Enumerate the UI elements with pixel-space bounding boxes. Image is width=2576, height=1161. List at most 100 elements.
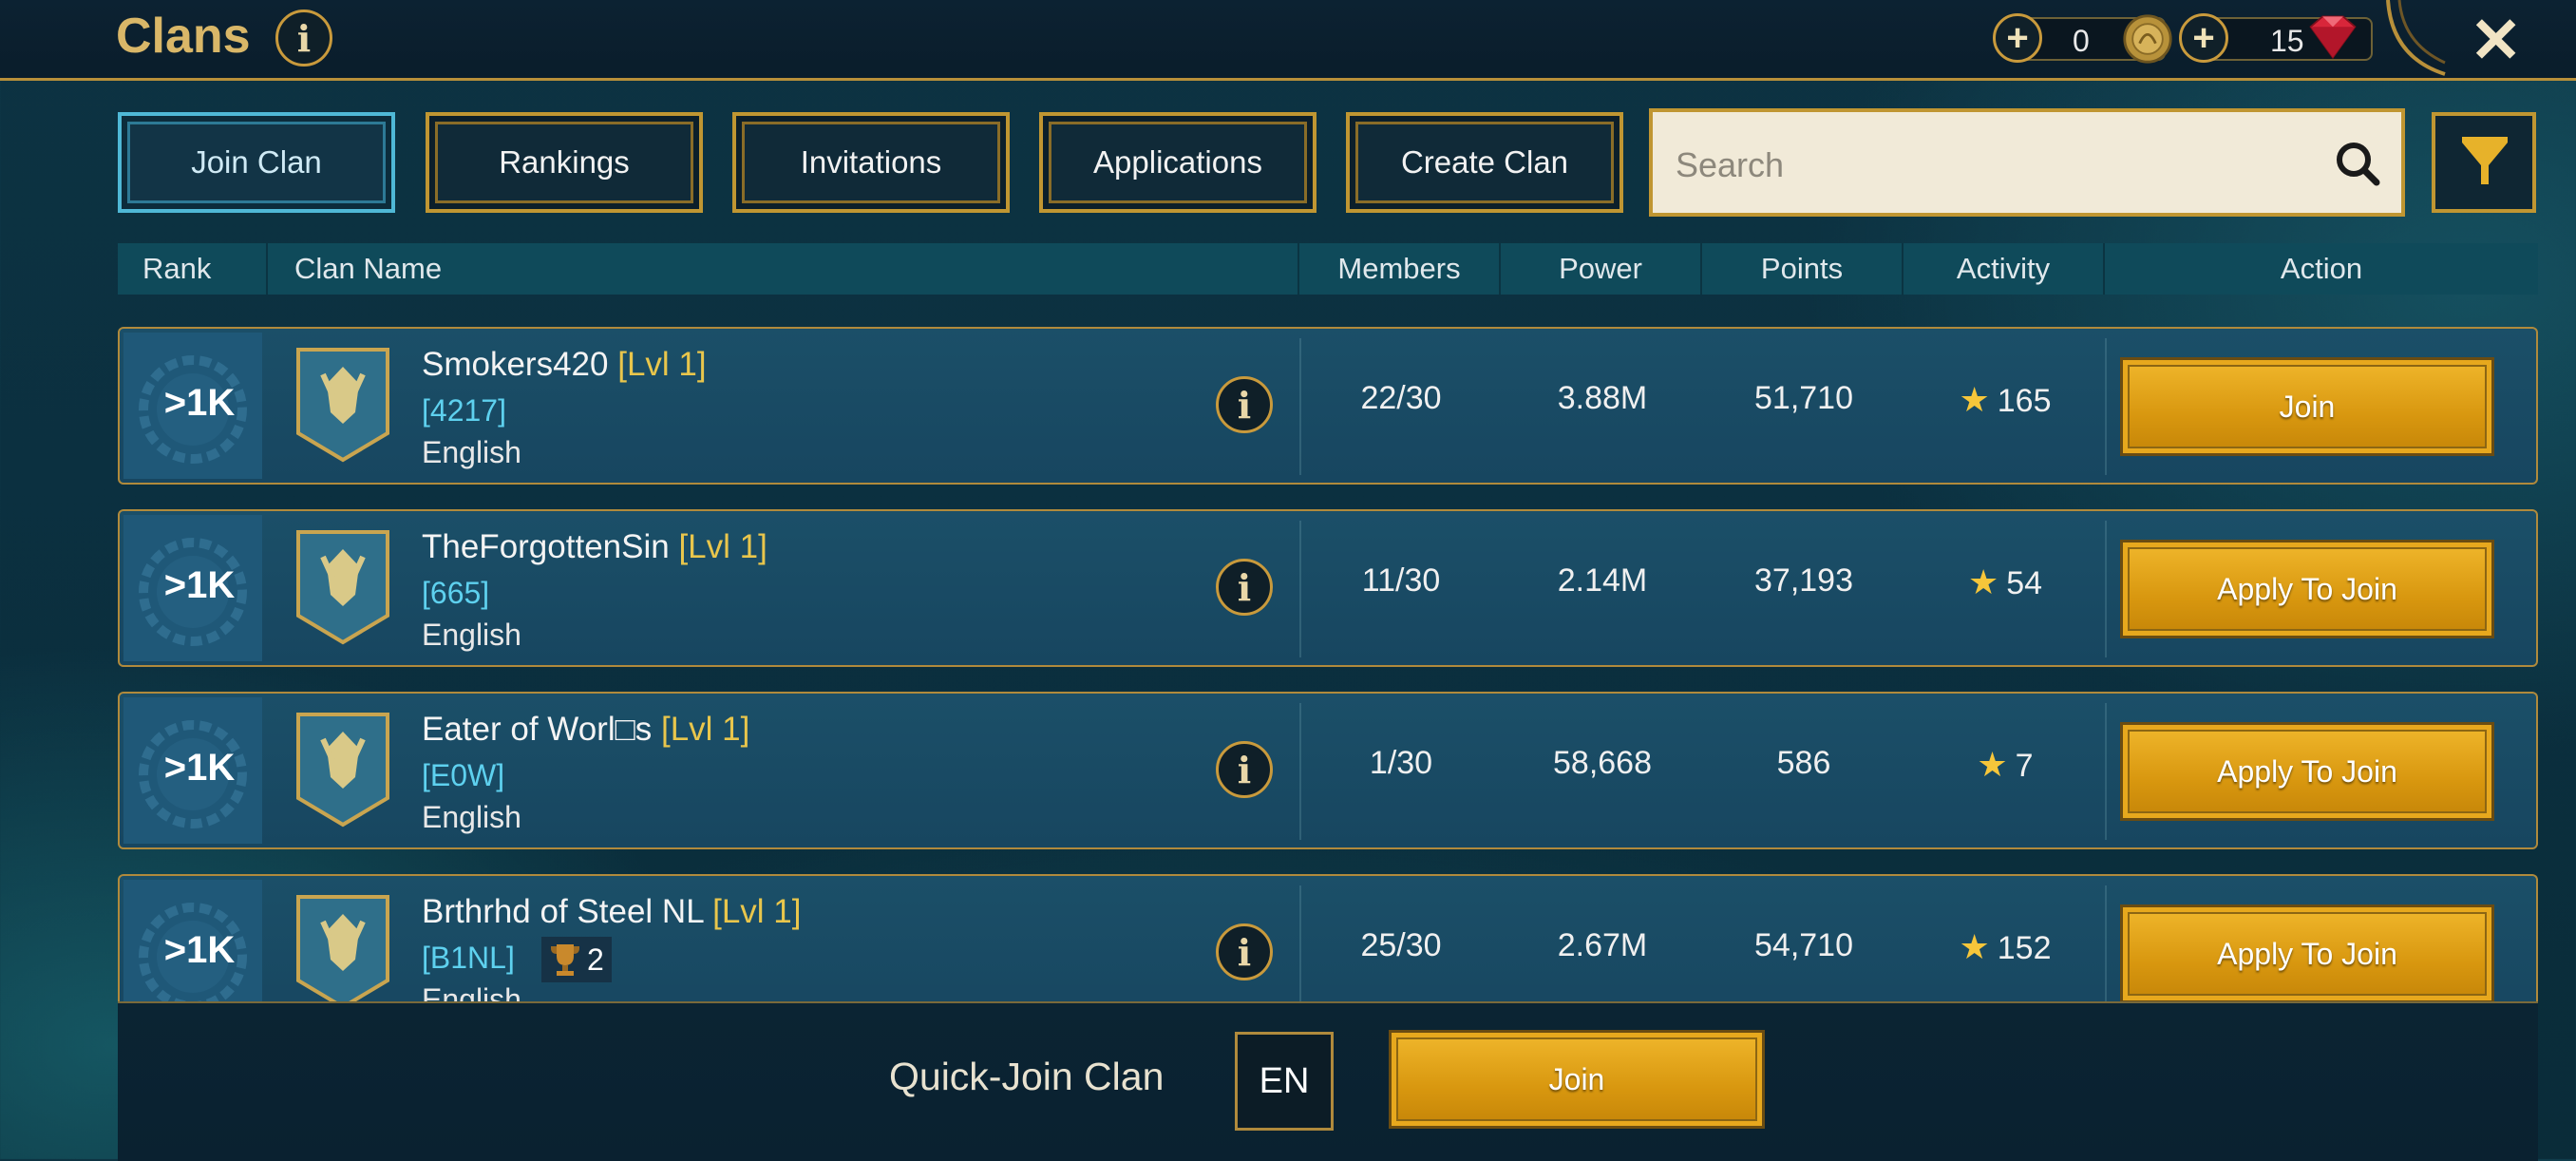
tab-invitations[interactable]: Invitations — [732, 112, 1010, 213]
trophy-icon — [551, 944, 579, 976]
add-gems-button[interactable]: + — [2179, 13, 2228, 63]
clan-shield-icon — [296, 713, 389, 828]
table-row: >1K Brthrhd of Steel NL [Lvl 1] [B1NL] 2… — [118, 874, 2538, 1001]
clan-name: Eater of Worl□s [Lvl 1] — [422, 711, 749, 749]
clan-points: 54,710 — [1754, 927, 1853, 963]
tab-create-clan[interactable]: Create Clan — [1346, 112, 1623, 213]
clan-level: [Lvl 1] — [712, 893, 802, 930]
clan-language: English — [422, 982, 521, 1001]
red-gem-icon — [2309, 15, 2357, 60]
corner-ornament-icon — [2386, 0, 2446, 76]
trophy-badge: 2 — [541, 937, 612, 982]
search-icon[interactable] — [2331, 137, 2384, 190]
gold-coin-icon — [2123, 14, 2172, 64]
star-icon: ★ — [1959, 380, 1990, 419]
column-header-clan-name: Clan Name — [294, 252, 443, 285]
rank-value: >1K — [163, 564, 236, 606]
clan-tag: [E0W] — [422, 758, 505, 792]
clan-power: 58,668 — [1553, 745, 1652, 781]
clan-name: TheForgottenSin [Lvl 1] — [422, 528, 767, 566]
clan-info-button[interactable]: i — [1216, 923, 1273, 980]
apply-to-join-button[interactable]: Apply To Join — [2120, 540, 2494, 638]
clan-name: Smokers420 [Lvl 1] — [422, 346, 707, 384]
filter-button[interactable] — [2432, 112, 2536, 213]
rank-badge: >1K — [123, 697, 262, 844]
clan-info-button[interactable]: i — [1216, 741, 1273, 798]
clan-activity: ★ 152 — [1905, 927, 2105, 967]
table-row: >1K TheForgottenSin [Lvl 1] [665] Englis… — [118, 509, 2538, 667]
clan-members: 1/30 — [1369, 745, 1433, 781]
activity-value: 7 — [2015, 748, 2034, 784]
activity-value: 165 — [1997, 383, 2052, 419]
gold-amount: 0 — [2073, 24, 2090, 58]
clan-activity: ★ 7 — [1905, 745, 2105, 785]
quick-join-button[interactable]: Join — [1389, 1030, 1765, 1129]
clan-members: 11/30 — [1361, 562, 1441, 599]
column-header-members: Members — [1337, 252, 1461, 285]
tab-join-clan[interactable]: Join Clan — [118, 112, 395, 213]
clan-language: English — [422, 618, 521, 652]
column-header-action: Action — [2280, 252, 2363, 285]
rank-badge: >1K — [123, 515, 262, 661]
search-input[interactable] — [1674, 137, 2304, 194]
clan-list[interactable]: >1K Smokers420 [Lvl 1] [4217] English i … — [0, 314, 2576, 1001]
clan-members: 22/30 — [1360, 380, 1442, 416]
table-header: Rank Clan Name Members Power Points Acti… — [118, 243, 2538, 295]
table-row: >1K Eater of Worl□s [Lvl 1] [E0W] Englis… — [118, 692, 2538, 849]
clan-members: 25/30 — [1360, 927, 1442, 963]
clan-tag: [4217] — [422, 393, 506, 428]
clan-info-button[interactable]: i — [1216, 376, 1273, 433]
clan-power: 3.88M — [1557, 380, 1648, 416]
rank-value: >1K — [163, 382, 236, 424]
trophy-count: 2 — [587, 942, 604, 977]
rank-value: >1K — [163, 747, 236, 789]
clan-tag: [665] — [422, 576, 490, 610]
apply-to-join-button[interactable]: Apply To Join — [2120, 904, 2494, 1001]
clan-power: 2.67M — [1557, 927, 1648, 963]
clan-name-text: Brthrhd of Steel NL — [422, 893, 704, 930]
clan-activity: ★ 54 — [1905, 562, 2105, 602]
add-gold-button[interactable]: + — [1993, 13, 2042, 63]
table-row: >1K Smokers420 [Lvl 1] [4217] English i … — [118, 327, 2538, 485]
column-header-rank: Rank — [142, 252, 212, 285]
star-icon: ★ — [1967, 562, 1999, 601]
clan-language: English — [422, 435, 521, 469]
clan-activity: ★ 165 — [1905, 380, 2105, 420]
quick-join-bar: Quick-Join Clan EN Join — [118, 1001, 2538, 1161]
clan-name-text: Smokers420 — [422, 346, 609, 383]
clan-level: [Lvl 1] — [617, 346, 707, 383]
rank-badge: >1K — [123, 880, 262, 1001]
clan-power: 2.14M — [1557, 562, 1648, 599]
tab-rankings[interactable]: Rankings — [426, 112, 703, 213]
page-title: Clans — [116, 9, 251, 64]
clan-tag: [B1NL] — [422, 941, 515, 975]
activity-value: 152 — [1997, 930, 2052, 966]
close-button[interactable]: ✕ — [2470, 4, 2522, 77]
rank-badge: >1K — [123, 333, 262, 479]
clan-name: Brthrhd of Steel NL [Lvl 1] — [422, 893, 801, 931]
column-header-points: Points — [1760, 252, 1844, 285]
clan-info-button[interactable]: i — [1216, 559, 1273, 616]
join-button[interactable]: Join — [2120, 357, 2494, 456]
star-icon: ★ — [1959, 927, 1990, 966]
clan-name-text: TheForgottenSin — [422, 528, 670, 565]
clan-level: [Lvl 1] — [660, 711, 750, 748]
clans-info-button[interactable]: i — [275, 10, 332, 67]
apply-to-join-button[interactable]: Apply To Join — [2120, 722, 2494, 821]
tab-applications[interactable]: Applications — [1039, 112, 1316, 213]
clan-language: English — [422, 800, 521, 834]
quick-join-label: Quick-Join Clan — [889, 1055, 1165, 1098]
clan-points: 51,710 — [1754, 380, 1853, 416]
top-bar: Clans i 0 + 15 + ✕ — [0, 0, 2576, 81]
language-selector[interactable]: EN — [1235, 1032, 1334, 1131]
column-header-power: Power — [1559, 252, 1642, 285]
search-box — [1649, 108, 2405, 217]
clan-shield-icon — [296, 895, 389, 1001]
star-icon: ★ — [1977, 745, 2008, 784]
clan-points: 37,193 — [1754, 562, 1853, 599]
rank-value: >1K — [163, 929, 236, 971]
clan-shield-icon — [296, 348, 389, 463]
clan-shield-icon — [296, 530, 389, 645]
column-header-activity: Activity — [1956, 252, 2051, 285]
clan-level: [Lvl 1] — [678, 528, 767, 565]
